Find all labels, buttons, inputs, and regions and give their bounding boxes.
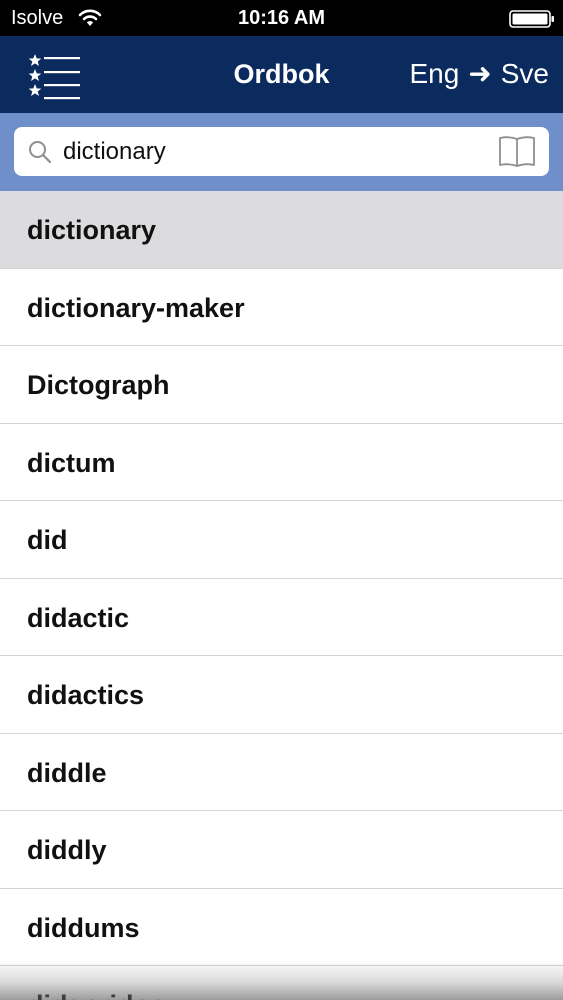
list-item[interactable]: didactic <box>0 579 563 656</box>
list-item[interactable]: Dictograph <box>0 346 563 424</box>
source-language-label: Eng <box>409 58 460 89</box>
list-item-label: didgeridoo <box>27 989 166 1000</box>
list-item[interactable]: didgeridoo <box>0 966 563 1000</box>
battery-icon <box>509 10 555 28</box>
star-list-menu-icon <box>28 54 80 100</box>
target-language-label: Sve <box>500 58 549 89</box>
search-icon <box>27 139 53 165</box>
status-time: 10:16 AM <box>237 7 326 29</box>
list-item-label: dictionary-maker <box>27 292 245 323</box>
book-icon[interactable] <box>498 135 536 168</box>
list-item-label: diddums <box>27 912 140 943</box>
app-screen: Isolve 10:16 AM Ordbok Eng ➜ Sve diction… <box>0 0 563 1000</box>
list-item[interactable]: didactics <box>0 656 563 734</box>
list-item[interactable]: dictionary-maker <box>0 269 563 346</box>
menu-button[interactable] <box>18 46 88 102</box>
navigation-bar: Ordbok Eng ➜ Sve <box>0 36 563 113</box>
list-item[interactable]: dictionary <box>0 191 563 269</box>
list-item[interactable]: diddly <box>0 811 563 889</box>
language-direction-button[interactable]: Eng ➜ Sve <box>409 56 549 92</box>
list-item-label: Dictograph <box>27 370 170 400</box>
list-item-label: dictionary <box>27 215 157 245</box>
list-item[interactable]: dictum <box>0 424 563 501</box>
list-item-label: dictum <box>27 447 116 478</box>
arrow-right-icon: ➜ <box>468 58 492 89</box>
list-item[interactable]: diddums <box>0 889 563 966</box>
list-item[interactable]: diddle <box>0 734 563 811</box>
list-item-label: didactic <box>27 602 130 633</box>
list-item-label: diddly <box>27 835 107 865</box>
search-input[interactable] <box>63 133 483 170</box>
list-item-label: didactics <box>27 680 145 710</box>
search-bar <box>0 113 563 191</box>
result-list: dictionary dictionary-maker Dictograph dict… <box>0 191 563 1000</box>
status-bar: Isolve 10:16 AM <box>0 0 563 36</box>
list-item[interactable]: did <box>0 501 563 579</box>
list-item-label: diddle <box>27 757 107 788</box>
search-box[interactable] <box>14 127 549 176</box>
list-item-label: did <box>27 525 68 555</box>
